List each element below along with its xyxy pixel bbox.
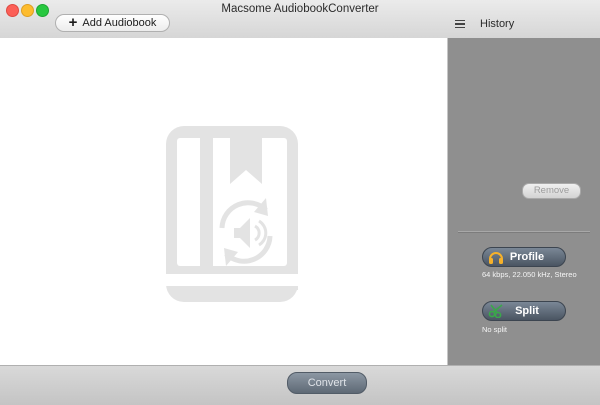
history-label: History	[480, 18, 515, 30]
history-button[interactable]: History	[455, 16, 514, 32]
remove-button[interactable]: Remove	[522, 183, 581, 199]
convert-button[interactable]: Convert	[287, 372, 367, 394]
add-audiobook-button[interactable]: + Add Audiobook	[55, 14, 170, 32]
profile-button[interactable]: Profile	[482, 247, 566, 267]
split-button[interactable]: Split	[482, 301, 566, 321]
list-icon	[455, 19, 465, 29]
plus-icon: +	[68, 14, 78, 31]
scissors-icon	[487, 303, 505, 319]
audiobook-list-area[interactable]	[0, 38, 448, 365]
profile-label: Profile	[509, 251, 545, 263]
audiobook-placeholder-icon	[166, 126, 298, 302]
profile-info: 64 kbps, 22.050 kHz, Stereo	[482, 270, 577, 279]
split-info: No split	[482, 325, 508, 334]
headphones-icon	[487, 249, 505, 265]
split-label: Split	[515, 305, 539, 317]
settings-sidebar: Remove Profile 64 kbps, 22.050 kHz, Ster…	[448, 38, 600, 365]
title-bar: Macsome AudiobookConverter + Add Audiobo…	[0, 0, 600, 39]
add-audiobook-label: Add Audiobook	[82, 17, 157, 29]
sidebar-divider	[458, 231, 590, 233]
bottom-bar: Convert	[0, 365, 600, 405]
